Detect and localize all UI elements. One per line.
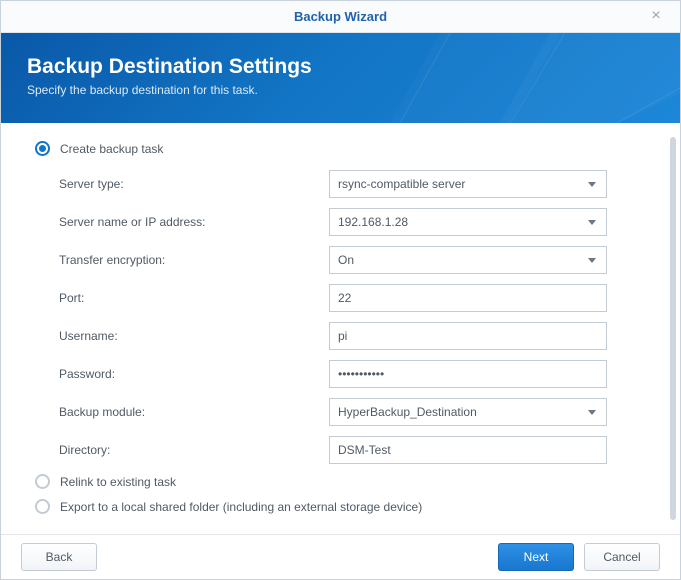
module-label: Backup module: [59,405,329,419]
scrollbar[interactable] [670,137,676,520]
server-name-label: Server name or IP address: [59,215,329,229]
directory-input[interactable] [338,443,598,457]
radio-icon [35,474,50,489]
encryption-value: On [338,253,354,267]
directory-input-wrap[interactable] [329,436,607,464]
next-button[interactable]: Next [498,543,574,571]
body-wrap: Create backup task Server type: rsync-co… [1,123,680,534]
server-name-value: 192.168.1.28 [338,215,408,229]
module-select[interactable]: HyperBackup_Destination [329,398,607,426]
encryption-select[interactable]: On [329,246,607,274]
banner: Backup Destination Settings Specify the … [1,33,680,123]
wizard-window: Backup Wizard × Backup Destination Setti… [0,0,681,580]
server-type-label: Server type: [59,177,329,191]
password-input[interactable] [338,367,598,381]
password-label: Password: [59,367,329,381]
banner-deco [380,33,680,123]
server-type-value: rsync-compatible server [338,177,465,191]
row-server-type: Server type: rsync-compatible server [59,170,652,198]
encryption-label: Transfer encryption: [59,253,329,267]
option-export[interactable]: Export to a local shared folder (includi… [35,499,652,514]
row-port: Port: [59,284,652,312]
option-create-task[interactable]: Create backup task [35,141,652,156]
row-directory: Directory: [59,436,652,464]
window-title: Backup Wizard [294,9,387,24]
titlebar: Backup Wizard × [1,1,680,33]
row-password: Password: [59,360,652,388]
option-export-label: Export to a local shared folder (includi… [60,500,422,514]
create-task-form: Server type: rsync-compatible server Ser… [59,170,652,464]
row-encryption: Transfer encryption: On [59,246,652,274]
username-label: Username: [59,329,329,343]
port-label: Port: [59,291,329,305]
row-username: Username: [59,322,652,350]
cancel-button[interactable]: Cancel [584,543,660,571]
port-input[interactable] [338,291,598,305]
back-button[interactable]: Back [21,543,97,571]
server-name-combo[interactable]: 192.168.1.28 [329,208,607,236]
directory-label: Directory: [59,443,329,457]
option-relink[interactable]: Relink to existing task [35,474,652,489]
module-value: HyperBackup_Destination [338,405,477,419]
username-input-wrap[interactable] [329,322,607,350]
port-input-wrap[interactable] [329,284,607,312]
row-server-name: Server name or IP address: 192.168.1.28 [59,208,652,236]
option-create-label: Create backup task [60,142,163,156]
password-input-wrap[interactable] [329,360,607,388]
username-input[interactable] [338,329,598,343]
radio-icon [35,499,50,514]
body: Create backup task Server type: rsync-co… [1,123,680,534]
option-relink-label: Relink to existing task [60,475,176,489]
row-module: Backup module: HyperBackup_Destination [59,398,652,426]
footer: Back Next Cancel [1,534,680,579]
other-options: Relink to existing task Export to a loca… [29,474,652,514]
server-type-select[interactable]: rsync-compatible server [329,170,607,198]
radio-icon [35,141,50,156]
close-icon[interactable]: × [640,1,672,33]
